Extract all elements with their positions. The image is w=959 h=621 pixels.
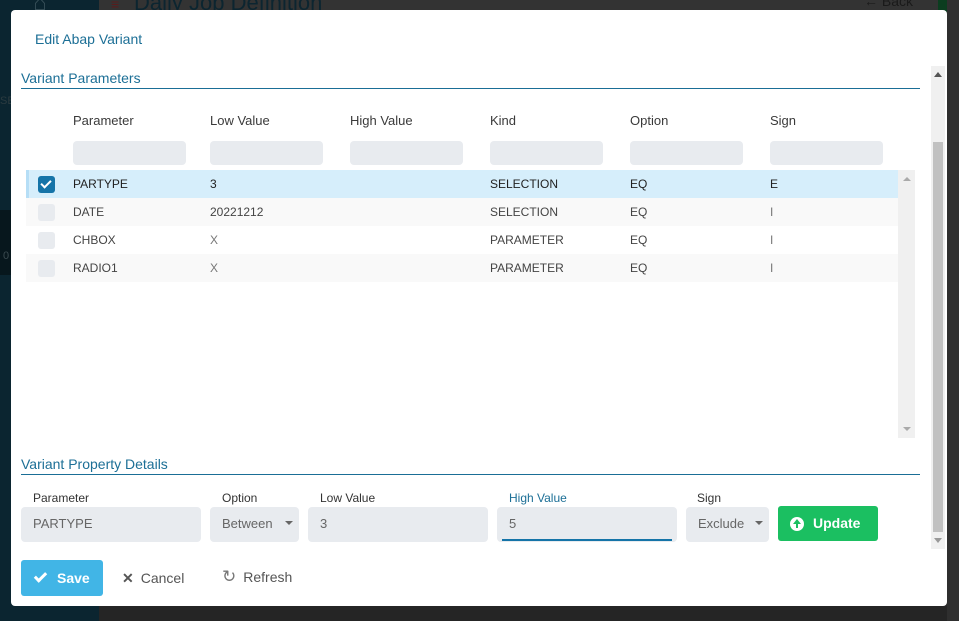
cell-sign: I <box>770 261 774 275</box>
column-header-option[interactable]: Option <box>630 113 668 128</box>
section-divider <box>21 474 920 475</box>
dialog-scrollbar[interactable] <box>931 66 945 549</box>
high-value-input[interactable]: 5 <box>497 507 677 542</box>
parameter-field[interactable]: PARTYPE <box>21 507 201 542</box>
filter-kind-input[interactable] <box>490 141 603 165</box>
filter-option-input[interactable] <box>630 141 743 165</box>
back-label: Back <box>881 0 914 9</box>
variant-parameters-title: Variant Parameters <box>21 70 141 86</box>
column-header-kind[interactable]: Kind <box>490 113 516 128</box>
table-row[interactable]: DATE 20221212 SELECTION EQ I <box>26 198 898 226</box>
cell-low-value: 20221212 <box>210 205 264 219</box>
filter-sign-input[interactable] <box>770 141 883 165</box>
cell-parameter: RADIO1 <box>73 261 118 275</box>
grid-scrollbar[interactable] <box>898 170 915 438</box>
check-icon <box>33 569 48 583</box>
chevron-down-icon <box>755 521 763 525</box>
cell-sign: I <box>770 205 774 219</box>
back-link: ← Back <box>864 0 913 9</box>
low-value-label: Low Value <box>320 491 376 505</box>
low-value-text: 3 <box>320 516 328 531</box>
column-header-sign[interactable]: Sign <box>770 113 796 128</box>
arrow-up-circle-icon <box>790 517 804 531</box>
cell-option: EQ <box>630 261 648 275</box>
scroll-down-icon[interactable] <box>934 538 942 543</box>
sign-label: Sign <box>697 491 722 505</box>
cell-low-value: X <box>210 233 219 247</box>
table-row[interactable]: CHBOX X PARAMETER EQ I <box>26 226 898 254</box>
filter-parameter-input[interactable] <box>73 141 186 165</box>
cell-option: EQ <box>630 205 648 219</box>
column-header-parameter[interactable]: Parameter <box>73 113 134 128</box>
table-row[interactable]: RADIO1 X PARAMETER EQ I <box>26 254 898 282</box>
filter-low-value-input[interactable] <box>210 141 323 165</box>
parameter-value: PARTYPE <box>33 516 93 531</box>
update-label: Update <box>813 515 861 531</box>
save-label: Save <box>57 570 90 586</box>
dialog-title: Edit Abap Variant <box>35 31 143 47</box>
cell-low-value: 3 <box>210 177 217 191</box>
cell-low-value: X <box>210 261 219 275</box>
cell-kind: PARAMETER <box>490 261 564 275</box>
row-checkbox[interactable] <box>38 260 55 277</box>
filter-high-value-input[interactable] <box>350 141 463 165</box>
cancel-button[interactable]: ✕ Cancel <box>122 570 184 587</box>
cell-parameter: DATE <box>73 205 105 219</box>
sidebar-fragment: 0 <box>3 250 10 262</box>
background-right-edge <box>947 0 959 621</box>
variant-parameters-grid: PARTYPE 3 SELECTION EQ E DATE 20221212 S… <box>26 170 898 282</box>
cell-parameter: CHBOX <box>73 233 116 247</box>
row-checkbox[interactable] <box>38 176 55 193</box>
refresh-button[interactable]: ↻ Refresh <box>222 567 292 587</box>
cell-parameter: PARTYPE <box>73 177 128 191</box>
option-select[interactable]: Between <box>210 507 299 542</box>
close-icon: ✕ <box>122 570 134 586</box>
table-row[interactable]: PARTYPE 3 SELECTION EQ E <box>26 170 898 198</box>
section-divider <box>21 88 920 89</box>
update-button[interactable]: Update <box>778 506 878 541</box>
column-header-low-value[interactable]: Low Value <box>210 113 270 128</box>
cell-kind: SELECTION <box>490 205 559 219</box>
column-header-high-value[interactable]: High Value <box>350 113 413 128</box>
high-value-text: 5 <box>509 516 517 531</box>
high-value-label: High Value <box>509 491 567 505</box>
scrollbar-thumb[interactable] <box>933 142 943 532</box>
option-label: Option <box>222 491 258 505</box>
parameter-label: Parameter <box>33 491 90 505</box>
scroll-up-icon[interactable] <box>903 177 911 181</box>
cell-sign: I <box>770 233 774 247</box>
edit-abap-variant-dialog: Edit Abap Variant Variant Parameters Par… <box>11 10 947 606</box>
chevron-down-icon <box>285 521 293 525</box>
refresh-icon: ↻ <box>222 567 237 586</box>
row-checkbox[interactable] <box>38 232 55 249</box>
cell-option: EQ <box>630 233 648 247</box>
scroll-down-icon[interactable] <box>903 427 911 431</box>
home-icon: ⌂ <box>33 0 47 15</box>
save-button[interactable]: Save <box>21 560 103 596</box>
refresh-label: Refresh <box>243 569 293 585</box>
background-footer <box>99 606 959 621</box>
option-value: Between <box>222 516 273 531</box>
sign-select[interactable]: Exclude <box>686 507 769 542</box>
sign-value: Exclude <box>698 516 745 531</box>
low-value-input[interactable]: 3 <box>308 507 488 542</box>
cell-option: EQ <box>630 177 648 191</box>
cell-kind: SELECTION <box>490 177 559 191</box>
scroll-up-icon[interactable] <box>934 72 942 77</box>
variant-property-details-title: Variant Property Details <box>21 456 168 472</box>
cell-kind: PARAMETER <box>490 233 564 247</box>
cell-sign: E <box>770 177 779 191</box>
cancel-label: Cancel <box>140 570 185 586</box>
row-checkbox[interactable] <box>38 204 55 221</box>
